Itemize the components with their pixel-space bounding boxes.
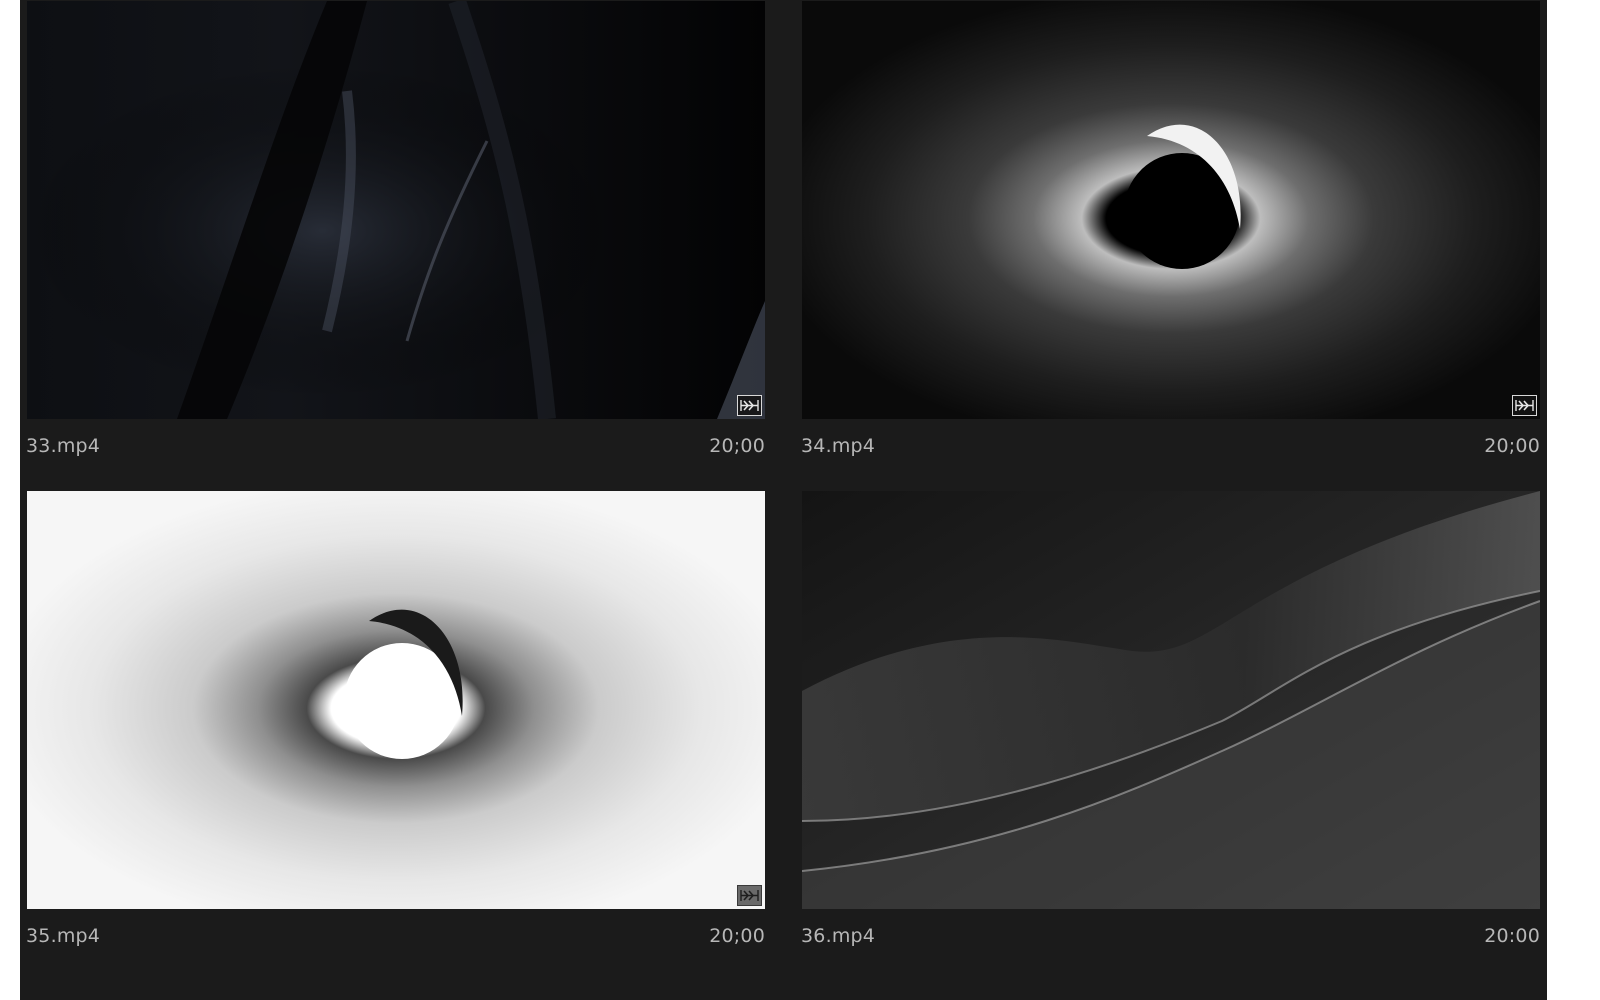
speed-ramp-icon	[737, 395, 762, 416]
speed-ramp-icon	[1512, 395, 1537, 416]
clip-thumbnail[interactable]	[802, 491, 1540, 909]
clip-duration: 20;00	[709, 925, 765, 947]
clip-name: 34.mp4	[801, 435, 876, 457]
thumbnail-image	[802, 491, 1540, 909]
clip-name: 36.mp4	[801, 925, 876, 947]
clip-thumbnail[interactable]	[27, 1, 765, 419]
clip-duration: 20:00	[1484, 925, 1540, 947]
project-media-grid: 33.mp4 20;00 34.mp4 20;00 35.mp4 20;00 3…	[20, 0, 1547, 1000]
clip-tile[interactable]: 33.mp4 20;00	[26, 1, 765, 471]
clip-duration: 20;00	[709, 435, 765, 457]
clip-thumbnail[interactable]	[802, 1, 1540, 419]
clip-tile[interactable]: 36.mp4 20:00	[801, 491, 1540, 961]
thumbnail-image	[27, 491, 765, 909]
clip-thumbnail[interactable]	[27, 491, 765, 909]
clip-tile[interactable]: 35.mp4 20;00	[26, 491, 765, 961]
thumbnail-image	[27, 1, 765, 419]
clip-duration: 20;00	[1484, 435, 1540, 457]
thumbnail-image	[802, 1, 1540, 419]
clip-name: 35.mp4	[26, 925, 101, 947]
speed-ramp-icon	[737, 885, 762, 906]
clip-tile[interactable]: 34.mp4 20;00	[801, 1, 1540, 471]
clip-name: 33.mp4	[26, 435, 101, 457]
